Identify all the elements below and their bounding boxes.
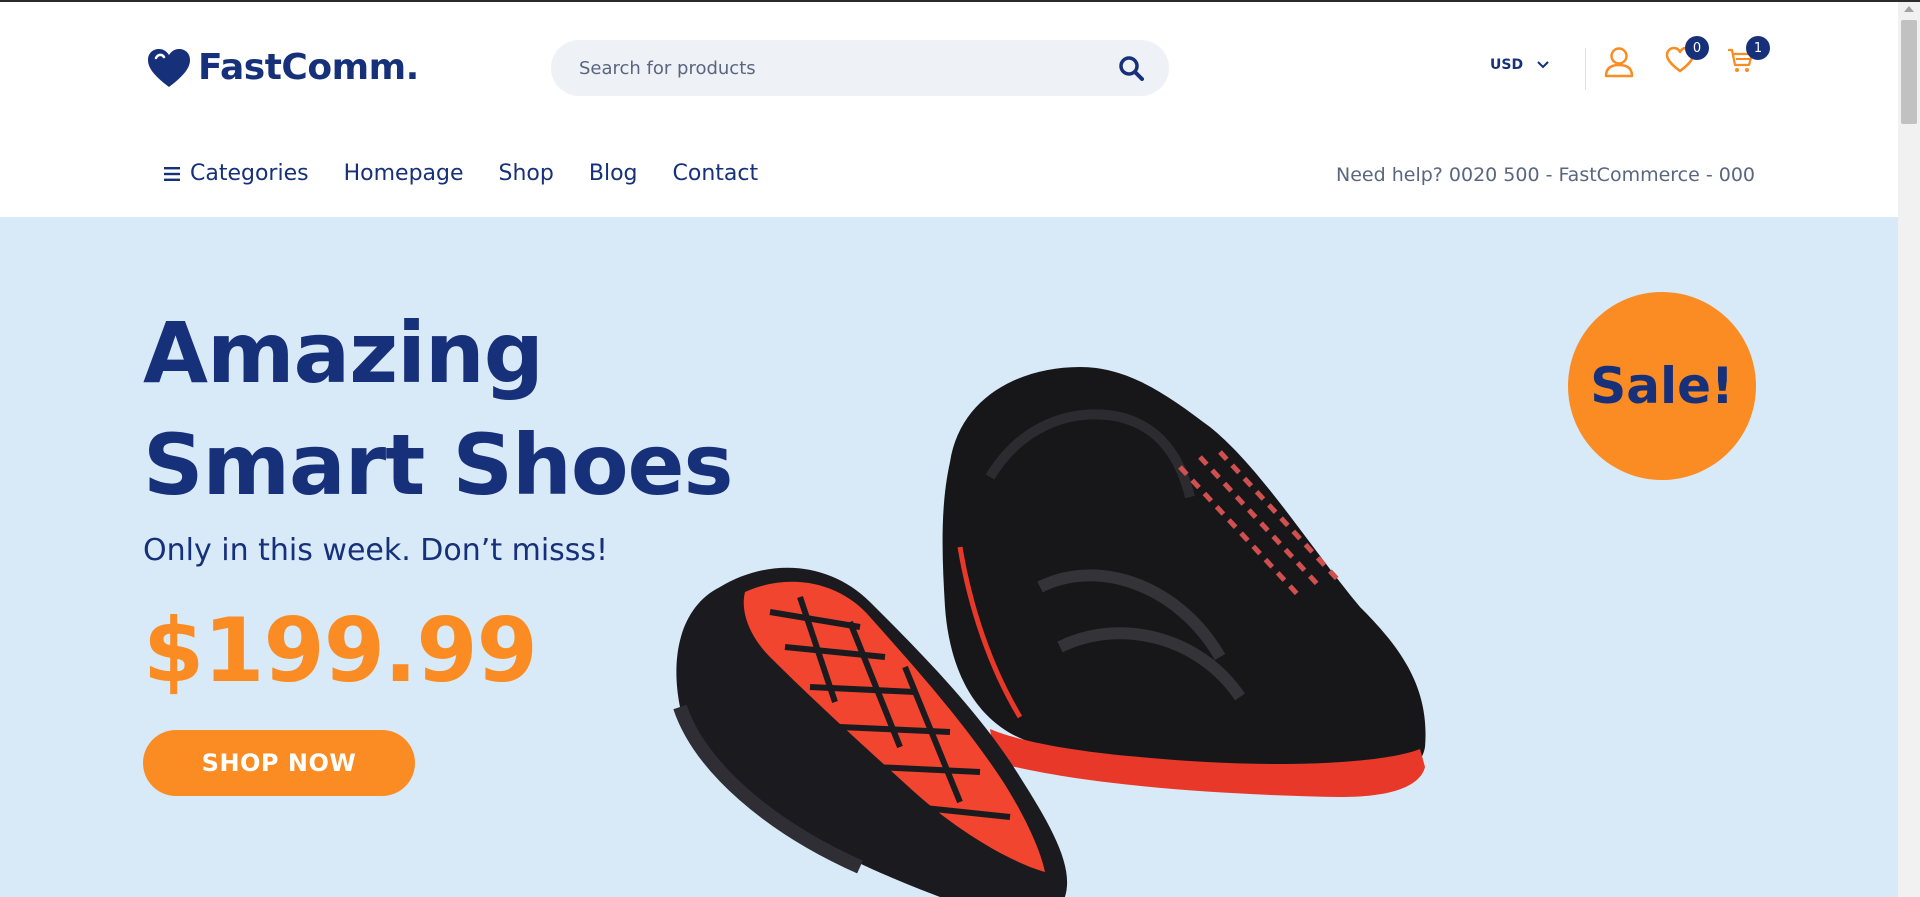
shoe-side-view [942,367,1426,797]
hero-title: Amazing Smart Shoes [143,297,734,521]
menu-icon [164,166,180,181]
shoe-product-image [673,367,1426,897]
sale-badge: Sale! [1568,292,1756,480]
hero-title-line-2: Smart Shoes [143,416,734,514]
hero-price: $199.99 [143,599,538,702]
help-contact-text: Need help? 0020 500 - FastCommerce - 000 [1336,164,1755,186]
user-icon[interactable] [1604,46,1636,78]
nav-item-label: Categories [190,161,309,186]
hero-title-line-1: Amazing [143,304,544,402]
search-bar [551,40,1169,96]
shop-now-button[interactable]: SHOP NOW [143,730,415,796]
currency-select[interactable]: USD [1490,57,1549,73]
heart-logo-icon [148,48,190,87]
site-logo[interactable]: FastComm. [146,47,419,88]
wishlist-button[interactable]: 0 [1665,36,1709,78]
cart-count-badge: 1 [1746,36,1770,60]
scrollbar[interactable] [1898,2,1920,897]
nav-item-categories[interactable]: Categories [164,161,309,186]
chevron-down-icon [1537,61,1549,69]
nav-item-homepage[interactable]: Homepage [344,161,464,186]
hero-subtitle: Only in this week. Don’t misss! [143,533,609,568]
page: FastComm. USD [0,2,1898,897]
currency-value: USD [1490,57,1524,73]
logo-text: FastComm. [198,47,419,88]
search-input[interactable] [577,56,1081,80]
hero-banner: Amazing Smart Shoes Only in this week. D… [0,217,1898,897]
nav-item-contact[interactable]: Contact [673,161,759,186]
scrollbar-thumb[interactable] [1901,20,1917,124]
sale-badge-text: Sale! [1590,357,1734,415]
nav-list: Categories Homepage Shop Blog Contact [164,161,793,186]
search-icon[interactable] [1117,54,1145,82]
nav-item-blog[interactable]: Blog [589,161,638,186]
nav-item-shop[interactable]: Shop [499,161,554,186]
site-header: FastComm. USD [0,2,1898,134]
main-nav: Categories Homepage Shop Blog Contact Ne… [0,133,1898,217]
wishlist-count-badge: 0 [1685,36,1709,60]
scroll-up-arrow-icon[interactable] [1904,6,1914,12]
header-divider [1585,48,1586,90]
cart-button[interactable]: 1 [1726,36,1770,78]
